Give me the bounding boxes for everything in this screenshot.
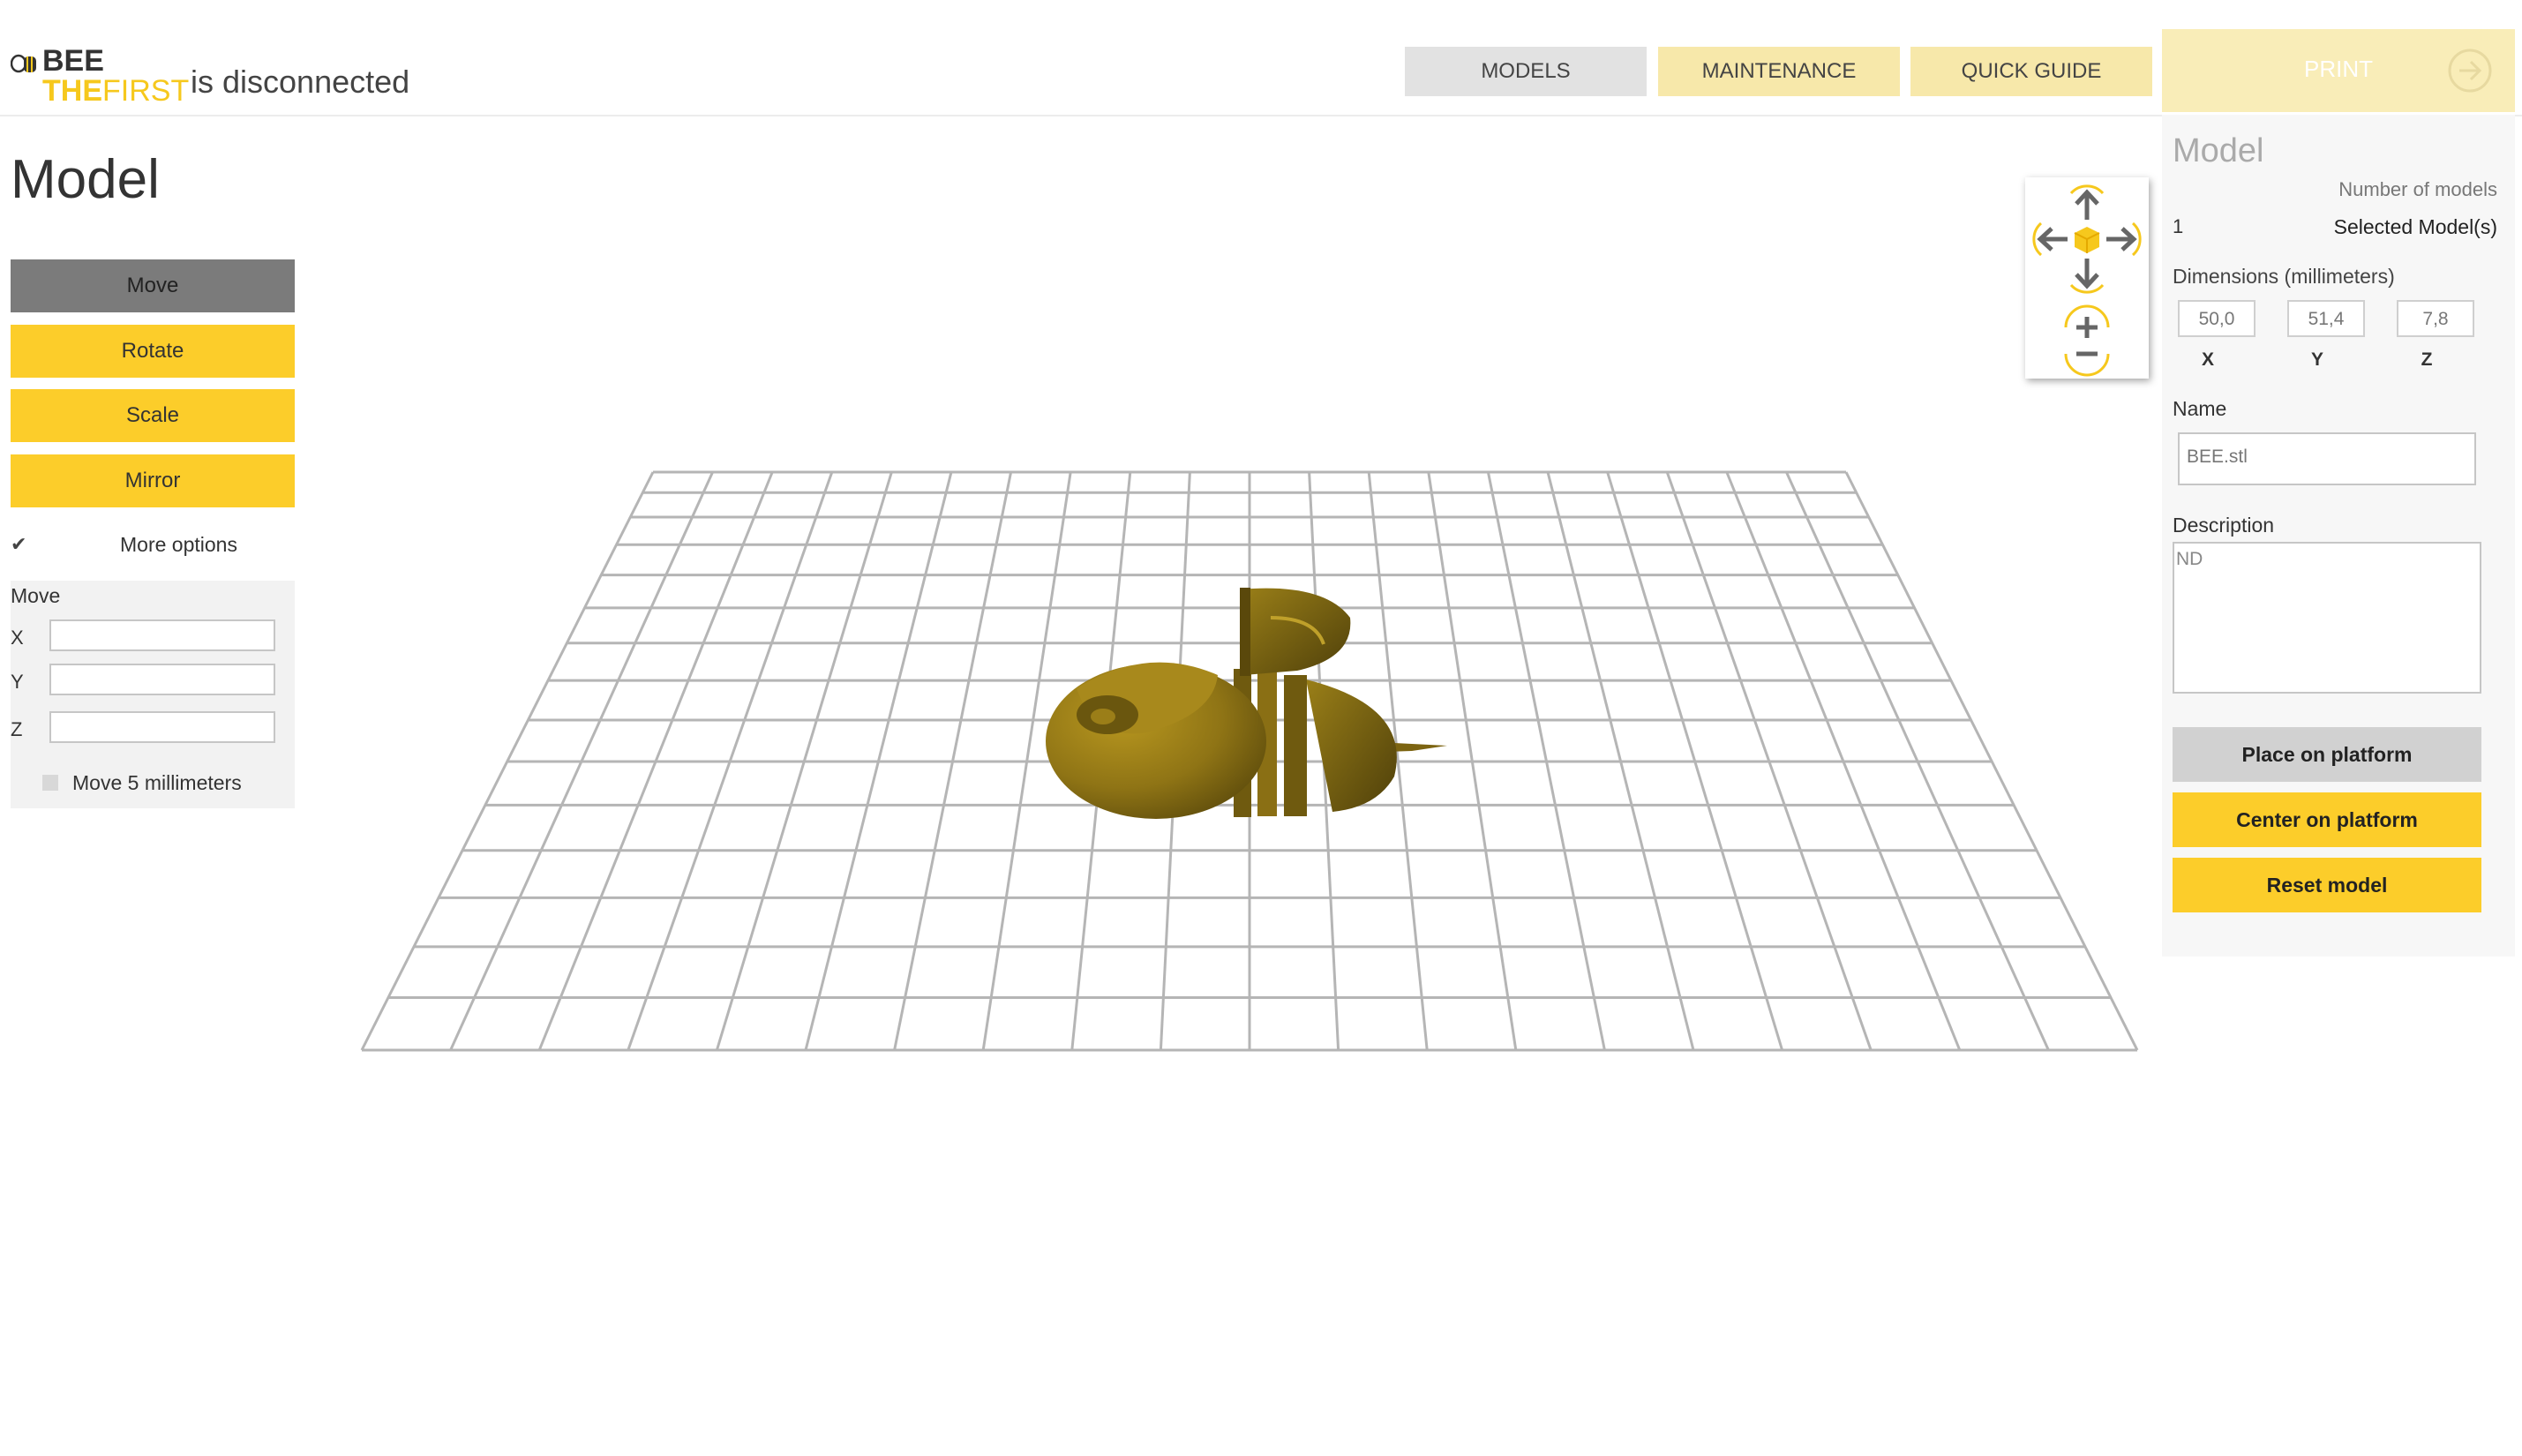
bee-icon [11,54,36,73]
bee-model[interactable] [1046,588,1447,819]
pan-right-icon[interactable] [2106,221,2142,257]
move-y-row: Y [11,664,295,699]
tab-models[interactable]: MODELS [1405,47,1647,96]
zoom-in-icon[interactable] [2064,304,2110,338]
page-title: Model [11,149,160,210]
description-label: Description [2173,514,2275,537]
move-z-row: Z [11,711,295,747]
reset-view-cube-icon[interactable] [2074,227,2100,253]
model-name-input[interactable]: BEE.stl [2178,432,2476,485]
dimension-y-field[interactable]: 51,4 [2287,300,2365,337]
description-textarea[interactable]: ND [2173,542,2481,694]
beethefirst-logo: BEE THEFIRST [11,44,189,108]
dimension-x-field[interactable]: 50,0 [2178,300,2256,337]
print-button[interactable]: PRINT [2162,29,2515,112]
more-options-label: More options [120,533,237,556]
reset-model-button[interactable]: Reset model [2173,858,2481,912]
move-y-input[interactable] [49,664,275,695]
rotate-button[interactable]: Rotate [11,325,295,378]
move-panel-title: Move [11,584,61,607]
pan-left-icon[interactable] [2032,221,2068,257]
dimension-x-label: X [2201,349,2214,370]
move-x-input[interactable] [49,619,275,651]
tab-quick-guide[interactable]: QUICK GUIDE [1910,47,2152,96]
scale-button[interactable]: Scale [11,389,295,442]
move-options-panel: Move X Y Z Move 5 millimeters [11,581,295,808]
dimension-z-field[interactable]: 7,8 [2397,300,2474,337]
pan-up-icon[interactable] [2069,184,2105,220]
place-on-platform-button[interactable]: Place on platform [2173,727,2481,782]
center-on-platform-button[interactable]: Center on platform [2173,792,2481,847]
move-5mm-label: Move 5 millimeters [72,771,242,794]
move-5mm-checkbox[interactable] [42,775,58,791]
logo-text-thefirst: THEFIRST [42,74,190,108]
logo-text-bee: BEE [42,44,104,78]
move-button[interactable]: Move [11,259,295,312]
connection-status: is disconnected [191,64,410,100]
y-label: Y [11,671,24,693]
dimension-y-label: Y [2310,349,2323,370]
number-of-models-label: Number of models [2338,178,2497,200]
top-bar: BEE THEFIRST is disconnected MODELS MAIN… [0,0,2522,116]
view-navigation-widget [2025,177,2149,379]
z-label: Z [11,718,23,740]
number-of-models-value: 1 [2173,215,2184,237]
checkmark-icon[interactable]: ✔ [11,533,26,556]
model-info-panel: Model Number of models 1 Selected Model(… [2162,115,2515,957]
move-x-row: X [11,619,295,655]
3d-viewport[interactable] [300,116,2162,1352]
model-panel-title: Model [2173,132,2264,169]
name-label: Name [2173,397,2227,420]
selected-models-label: Selected Model(s) [2333,215,2497,238]
zoom-out-icon[interactable] [2064,351,2110,377]
arrow-right-circle-icon [2448,49,2492,93]
dimensions-label: Dimensions (millimeters) [2173,265,2395,288]
x-label: X [11,627,24,649]
move-z-input[interactable] [49,711,275,743]
dimension-z-label: Z [2421,349,2433,370]
more-options-toggle[interactable]: ✔ More options [11,529,295,559]
mirror-button[interactable]: Mirror [11,454,295,507]
tab-maintenance[interactable]: MAINTENANCE [1658,47,1900,96]
pan-down-icon[interactable] [2069,259,2105,294]
